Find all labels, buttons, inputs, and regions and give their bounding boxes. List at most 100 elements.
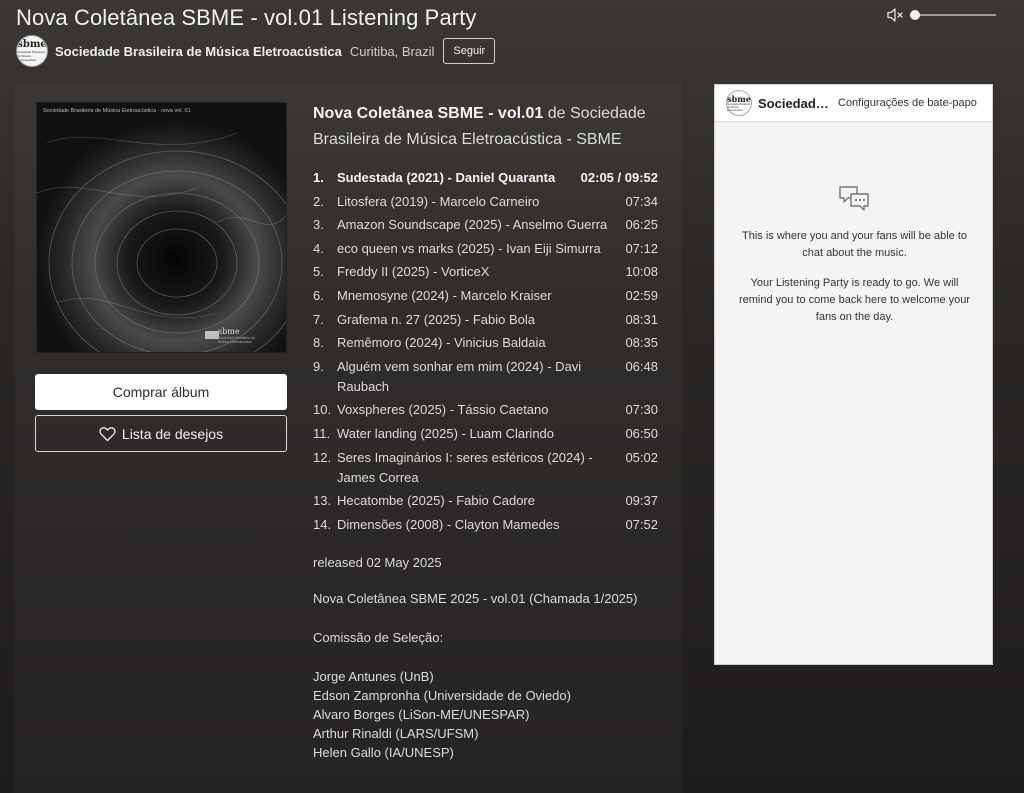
- track-number: 1.: [313, 170, 324, 185]
- track-number: 11.: [313, 425, 331, 441]
- track-number: 14.: [313, 516, 332, 532]
- wishlist-label: Lista de desejos: [121, 425, 224, 442]
- avatar-logo-subtext: Sociedade Brasileira de Música Eletroacú…: [17, 50, 45, 62]
- track-number: 4.: [313, 240, 324, 256]
- track-row[interactable]: 4. eco queen vs marks (2025) - Ivan Eiji …: [313, 239, 658, 259]
- track-number: 3.: [313, 217, 324, 233]
- track-title[interactable]: Water landing (2025) - Luam Clarindo: [337, 424, 625, 444]
- artist-location: Curitiba, Brazil: [349, 43, 435, 59]
- track-row[interactable]: 5. Freddy II (2025) - VorticeX 10:08: [313, 262, 658, 282]
- album-cover-logo-subtext: Sociedade Brasileira de Música Eletroacú…: [218, 336, 255, 344]
- album-cover-image[interactable]: Sociedade Brasileira de Música Eletroacú…: [36, 102, 287, 353]
- chat-header: sbme Sociedade Brasileira de Música Elet…: [715, 85, 992, 122]
- volume-control[interactable]: [886, 6, 996, 24]
- track-list: 1. Sudestada (2021) - Daniel Quaranta 02:0…: [313, 168, 658, 535]
- track-row[interactable]: 13. Hecatombe (2025) - Fabio Cadore 09:37: [313, 491, 658, 511]
- wishlist-button[interactable]: Lista de desejos: [35, 415, 287, 452]
- follow-button[interactable]: Seguir: [443, 38, 496, 64]
- track-title[interactable]: Dimensões (2008) - Clayton Mamedes: [337, 515, 625, 535]
- artist-name-link[interactable]: Sociedade Brasileira de Música Eletroacú…: [55, 44, 342, 59]
- track-row[interactable]: 1. Sudestada (2021) - Daniel Quaranta 02:0…: [313, 168, 658, 188]
- track-title[interactable]: Amazon Soundscape (2025) - Anselmo Guerr…: [337, 215, 625, 235]
- committee-list: Jorge Antunes (UnB) Edson Zampronha (Univ…: [313, 667, 658, 762]
- buy-album-button[interactable]: Comprar álbum: [35, 374, 287, 410]
- chat-ready-message: Your Listening Party is ready to go. We …: [738, 277, 971, 323]
- chat-artist-avatar: sbme Sociedade Brasileira de Música Elet…: [726, 90, 752, 116]
- track-title[interactable]: Freddy II (2025) - VorticeX: [337, 262, 625, 282]
- heart-icon: [99, 426, 116, 441]
- album-cover-logo-text: sbme: [218, 327, 240, 336]
- track-duration: 07:34: [625, 193, 658, 209]
- track-duration: 02:05 / 09:52: [580, 170, 658, 185]
- track-duration: 08:31: [625, 311, 658, 327]
- track-row[interactable]: 6. Mnemosyne (2024) - Marcelo Kraiser 02:5…: [313, 286, 658, 306]
- track-duration: 07:52: [625, 516, 658, 532]
- track-row[interactable]: 11. Water landing (2025) - Luam Clarindo 0…: [313, 424, 658, 444]
- track-duration: 06:25: [625, 217, 658, 233]
- chat-panel: sbme Sociedade Brasileira de Música Elet…: [714, 84, 993, 665]
- track-title[interactable]: eco queen vs marks (2025) - Ivan Eiji Si…: [337, 239, 625, 259]
- volume-slider[interactable]: [910, 10, 996, 20]
- album-by-word: de: [547, 105, 566, 122]
- artist-avatar[interactable]: sbme Sociedade Brasileira de Música Elet…: [16, 35, 48, 67]
- committee-member: Alvaro Borges (LiSon-ME/UNESPAR): [313, 706, 530, 722]
- track-title[interactable]: Mnemosyne (2024) - Marcelo Kraiser: [337, 286, 625, 306]
- track-number: 13.: [313, 493, 332, 509]
- track-duration: 06:50: [625, 425, 658, 441]
- track-duration: 10:08: [625, 264, 658, 280]
- release-date: released 02 May 2025: [313, 554, 442, 570]
- track-duration: 09:37: [625, 493, 658, 509]
- chat-artist-name: Sociedade Brasileira de Música Eletroacú…: [758, 95, 832, 111]
- track-row[interactable]: 3. Amazon Soundscape (2025) - Anselmo Gue…: [313, 215, 658, 235]
- committee-heading: Comissão de Seleção:: [313, 629, 444, 645]
- track-number: 5.: [313, 264, 324, 280]
- track-title[interactable]: Sudestada (2021) - Daniel Quaranta: [337, 168, 581, 188]
- track-title[interactable]: Remêmoro (2024) - Vinicius Baldaia: [337, 333, 625, 353]
- track-number: 12.: [313, 449, 332, 465]
- track-row[interactable]: 8. Remêmoro (2024) - Vinicius Baldaia 08:3…: [313, 333, 658, 353]
- track-number: 9.: [313, 358, 324, 374]
- track-duration: 06:48: [625, 358, 658, 374]
- chat-intro-message: This is where you and your fans will be …: [741, 230, 967, 259]
- committee-member: Arthur Rinaldi (LARS/UFSM): [313, 725, 479, 741]
- album-title: Nova Coletânea SBME - vol.01: [313, 105, 544, 122]
- track-duration: 02:59: [625, 287, 658, 303]
- album-heading: Nova Coletânea SBME - vol.01 de Sociedad…: [313, 101, 658, 153]
- track-title[interactable]: Seres Imaginários I: seres esféricos (20…: [337, 448, 625, 488]
- track-number: 8.: [313, 335, 324, 351]
- committee-member: Edson Zampronha (Universidade de Oviedo): [313, 687, 571, 703]
- track-title[interactable]: Alguém vem sonhar em mim (2024) - Davi R…: [337, 357, 625, 397]
- track-title[interactable]: Litosfera (2019) - Marcelo Carneiro: [337, 192, 625, 212]
- chat-settings-link[interactable]: Configurações de bate-papo: [838, 97, 977, 109]
- track-duration: 05:02: [625, 449, 658, 465]
- committee-member: Helen Gallo (IA/UNESP): [313, 744, 454, 760]
- track-row[interactable]: 9. Alguém vem sonhar em mim (2024) - Davi…: [313, 357, 658, 397]
- track-row[interactable]: 10. Voxspheres (2025) - Tássio Caetano 07:…: [313, 400, 658, 420]
- album-info: Nova Coletânea SBME - vol.01 de Sociedad…: [313, 101, 658, 762]
- track-row[interactable]: 14. Dimensões (2008) - Clayton Mamedes 07:…: [313, 515, 658, 535]
- volume-slider-knob[interactable]: [910, 10, 920, 20]
- track-duration: 07:30: [625, 402, 658, 418]
- speaker-muted-icon[interactable]: [886, 6, 904, 24]
- chat-avatar-logo-text: sbme: [727, 93, 751, 104]
- track-duration: 07:12: [625, 240, 658, 256]
- page-title: Nova Coletânea SBME - vol.01 Listening P…: [16, 5, 477, 30]
- track-title[interactable]: Grafema n. 27 (2025) - Fabio Bola: [337, 310, 625, 330]
- album-panel: Sociedade Brasileira de Música Eletroacú…: [15, 83, 682, 793]
- track-title[interactable]: Hecatombe (2025) - Fabio Cadore: [337, 491, 625, 511]
- chat-avatar-logo-subtext: Sociedade Brasileira de Música Eletroacú…: [727, 102, 750, 112]
- artist-row: sbme Sociedade Brasileira de Música Elet…: [16, 35, 496, 67]
- description-title: Nova Coletânea SBME 2025 - vol.01 (Chama…: [313, 590, 638, 606]
- album-cover-artwork: [37, 103, 286, 352]
- avatar-logo-text: sbme: [17, 39, 47, 50]
- album-description: released 02 May 2025 Nova Coletânea SBME…: [313, 553, 658, 762]
- track-row[interactable]: 2. Litosfera (2019) - Marcelo Carneiro 07:…: [313, 192, 658, 212]
- album-cover-caption: Sociedade Brasileira de Música Eletroacú…: [43, 108, 191, 114]
- track-title[interactable]: Voxspheres (2025) - Tássio Caetano: [337, 400, 625, 420]
- track-row[interactable]: 7. Grafema n. 27 (2025) - Fabio Bola 08:31: [313, 310, 658, 330]
- album-cover-logo: sbme Sociedade Brasileira de Música Elet…: [218, 327, 258, 344]
- track-duration: 08:35: [625, 335, 658, 351]
- track-row[interactable]: 12. Seres Imaginários I: seres esféricos …: [313, 448, 658, 488]
- track-number: 6.: [313, 287, 324, 303]
- track-number: 10.: [313, 402, 332, 418]
